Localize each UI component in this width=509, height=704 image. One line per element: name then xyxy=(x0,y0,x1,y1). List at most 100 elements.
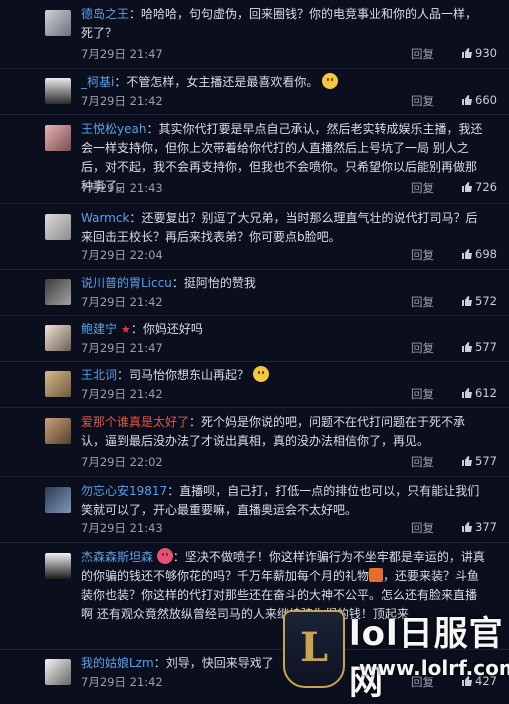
like-count: 377 xyxy=(475,520,497,534)
like-button[interactable]: 698 xyxy=(461,247,497,261)
watermark: L lol日服官网 www.lolrf.com xyxy=(283,604,509,703)
timestamp: 7月29日 21:47 xyxy=(81,341,163,355)
comment-text: 王北词：司马怡你想东山再起？ xyxy=(81,366,487,385)
username-link[interactable]: 勿忘心安19817 xyxy=(81,484,167,498)
avatar[interactable] xyxy=(45,487,71,513)
like-button[interactable]: 577 xyxy=(461,340,497,354)
thumbs-up-icon xyxy=(462,456,473,466)
comment-item: 爱那个谁真是太好了：死个妈是你说的吧，问题不在代打问题在于死不承认，逼到最后没办… xyxy=(0,408,509,477)
comment-meta: 7月29日 21:43 回复 726 xyxy=(81,180,497,196)
like-count: 726 xyxy=(475,180,497,194)
avatar[interactable] xyxy=(45,553,71,579)
comment-item: 鲍建宁 ★：你妈还好吗 7月29日 21:47 回复 577 xyxy=(0,316,509,362)
comment-meta: 7月29日 21:42 回复 660 xyxy=(81,93,497,109)
like-count: 577 xyxy=(475,454,497,468)
reply-button[interactable]: 回复 xyxy=(411,93,434,109)
flag-icon: ★ xyxy=(120,323,131,336)
like-button[interactable]: 577 xyxy=(461,454,497,468)
thumbs-up-icon xyxy=(462,342,473,352)
comment-meta: 7月29日 21:43 回复 377 xyxy=(81,520,497,536)
love-emoji-icon xyxy=(156,548,173,564)
comment-meta: 7月29日 22:04 回复 698 xyxy=(81,247,497,263)
like-count: 612 xyxy=(475,386,497,400)
like-button[interactable]: 377 xyxy=(461,520,497,534)
comment-item: Warmck：还要复出？别逗了大兄弟，当时那么理直气壮的说代打司马？后来回击王校… xyxy=(0,204,509,270)
timestamp: 7月29日 21:42 xyxy=(81,94,163,108)
username-link[interactable]: 我的姑娘Lzm xyxy=(81,656,154,670)
comment-item: 说川普的胃Liccu：挺阿怡的赞我 7月29日 21:42 回复 572 xyxy=(0,270,509,316)
comment-text: 勿忘心安19817：直播呗，自己打，打低一点的排位也可以，只有能让我们笑就可以了… xyxy=(81,484,480,517)
comment-text: _柯基i：不管怎样，女主播还是最喜欢看你。 xyxy=(81,73,487,92)
comment-text: 鲍建宁 ★：你妈还好吗 xyxy=(81,322,203,336)
timestamp: 7月29日 21:42 xyxy=(81,387,163,401)
comment-text: 爱那个谁真是太好了：死个妈是你说的吧，问题不在代打问题在于死不承认，逼到最后没办… xyxy=(81,415,466,448)
username-link[interactable]: 杰森森斯坦森 xyxy=(81,550,153,564)
league-logo-icon: L xyxy=(283,610,345,688)
like-count: 660 xyxy=(475,93,497,107)
like-button[interactable]: 660 xyxy=(461,93,497,107)
like-count: 698 xyxy=(475,247,497,261)
comment-meta: 7月29日 21:42 回复 572 xyxy=(81,294,497,310)
timestamp: 7月29日 21:43 xyxy=(81,521,163,535)
watermark-url: www.lolrf.com xyxy=(359,656,509,680)
like-count: 930 xyxy=(475,46,497,60)
watermark-title: lol日服官网 xyxy=(349,614,504,703)
like-button[interactable]: 726 xyxy=(461,180,497,194)
reply-button[interactable]: 回复 xyxy=(411,180,434,196)
username-link[interactable]: 德岛之王 xyxy=(81,7,129,21)
avatar[interactable] xyxy=(45,279,71,305)
thumbs-up-icon xyxy=(462,249,473,259)
avatar[interactable] xyxy=(45,125,71,151)
comment-item: 勿忘心安19817：直播呗，自己打，打低一点的排位也可以，只有能让我们笑就可以了… xyxy=(0,477,509,543)
comment-item: 王悦松yeah：其实你代打要是早点自己承认，然后老实转成娱乐主播，我还会一样支持… xyxy=(0,115,509,204)
avatar[interactable] xyxy=(45,418,71,444)
comment-item: 王北词：司马怡你想东山再起？ 7月29日 21:42 回复 612 xyxy=(0,362,509,408)
smile-emoji-icon xyxy=(322,73,339,89)
avatar[interactable] xyxy=(45,10,71,36)
comment-item: _柯基i：不管怎样，女主播还是最喜欢看你。 7月29日 21:42 回复 660 xyxy=(0,69,509,115)
timestamp: 7月29日 21:43 xyxy=(81,181,163,195)
thumbs-up-icon xyxy=(462,522,473,532)
comment-meta: 7月29日 21:47 回复 930 xyxy=(81,46,497,62)
like-button[interactable]: 572 xyxy=(461,294,497,308)
username-link[interactable]: 王悦松yeah xyxy=(81,122,146,136)
thumbs-up-icon xyxy=(462,182,473,192)
reply-button[interactable]: 回复 xyxy=(411,294,434,310)
username-link[interactable]: _柯基i xyxy=(81,75,114,89)
reply-button[interactable]: 回复 xyxy=(411,386,434,402)
comment-meta: 7月29日 21:47 回复 577 xyxy=(81,340,497,356)
thumbs-up-icon xyxy=(462,48,473,58)
reply-button[interactable]: 回复 xyxy=(411,340,434,356)
like-button[interactable]: 612 xyxy=(461,386,497,400)
comment-text: 说川普的胃Liccu：挺阿怡的赞我 xyxy=(81,276,256,290)
timestamp: 7月29日 21:42 xyxy=(81,675,163,689)
avatar[interactable] xyxy=(45,659,71,685)
username-link[interactable]: Warmck xyxy=(81,211,129,225)
avatar[interactable] xyxy=(45,371,71,397)
username-link[interactable]: 说川普的胃Liccu xyxy=(81,276,172,290)
username-link[interactable]: 爱那个谁真是太好了 xyxy=(81,415,189,429)
like-button[interactable]: 930 xyxy=(461,46,497,60)
comment-text: 德岛之王：哈哈哈，句句虚伪，回来圈钱？你的电竞事业和你的人品一样，死了？ xyxy=(81,7,478,40)
thumbs-up-icon xyxy=(462,388,473,398)
comment-item: 德岛之王：哈哈哈，句句虚伪，回来圈钱？你的电竞事业和你的人品一样，死了？ 7月2… xyxy=(0,0,509,69)
gift-icon xyxy=(369,568,384,582)
reply-button[interactable]: 回复 xyxy=(411,454,434,470)
avatar[interactable] xyxy=(45,214,71,240)
avatar[interactable] xyxy=(45,78,71,104)
like-count: 577 xyxy=(475,340,497,354)
thumbs-up-icon xyxy=(462,296,473,306)
reply-button[interactable]: 回复 xyxy=(411,247,434,263)
timestamp: 7月29日 22:04 xyxy=(81,248,163,262)
timestamp: 7月29日 21:47 xyxy=(81,47,163,61)
username-link[interactable]: 王北词 xyxy=(81,368,117,382)
comment-meta: 7月29日 22:02 回复 577 xyxy=(81,454,497,470)
avatar[interactable] xyxy=(45,325,71,351)
timestamp: 7月29日 22:02 xyxy=(81,455,163,469)
username-link[interactable]: 鲍建宁 xyxy=(81,322,117,336)
reply-button[interactable]: 回复 xyxy=(411,46,434,62)
like-count: 572 xyxy=(475,294,497,308)
smile-emoji-icon xyxy=(252,366,269,382)
reply-button[interactable]: 回复 xyxy=(411,520,434,536)
comment-meta: 7月29日 21:42 回复 612 xyxy=(81,386,497,402)
